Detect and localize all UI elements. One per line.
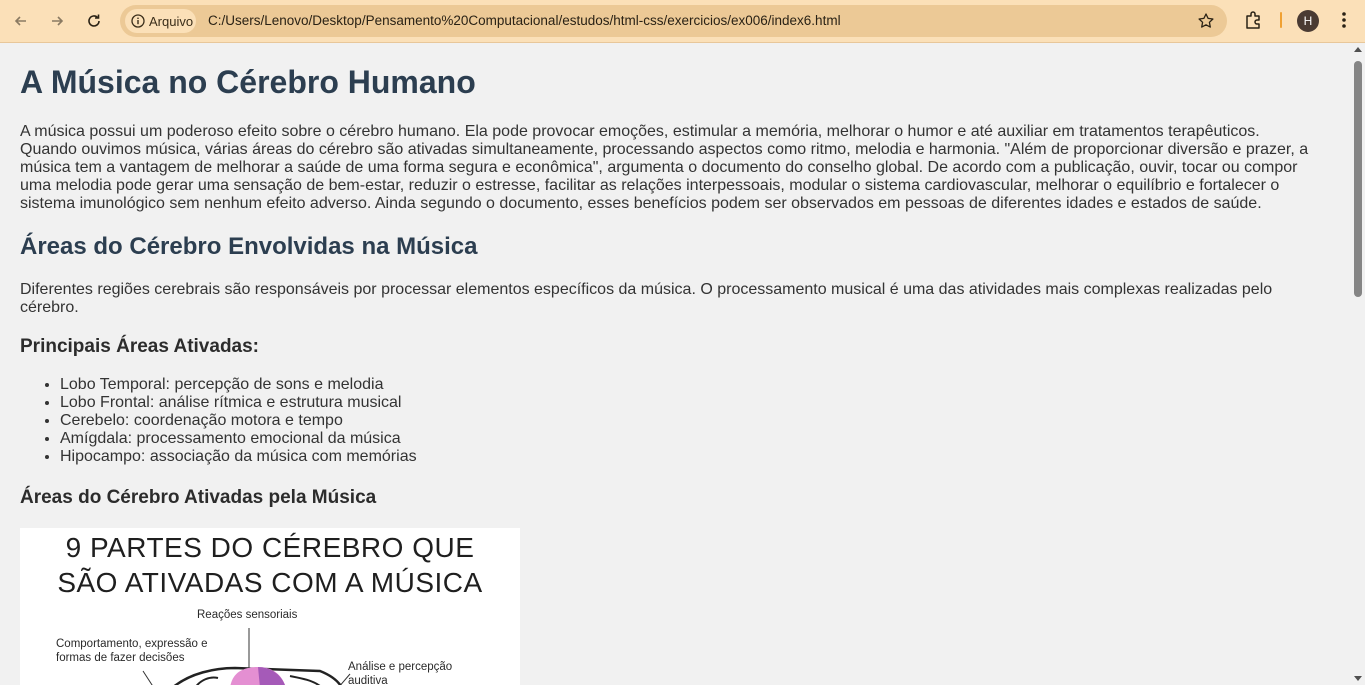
site-info-label: Arquivo [149,13,194,29]
list-item: Cerebelo: coordenação motora e tempo [60,412,620,430]
page-title: A Música no Cérebro Humano [20,64,476,100]
back-button[interactable] [7,7,35,35]
brain-infographic: 9 PARTES DO CÉREBRO QUE SÃO ATIVADAS COM… [20,528,520,685]
areas-list: Lobo Temporal: percepção de sons e melod… [20,376,620,466]
more-icon[interactable] [1334,9,1354,31]
address-bar[interactable]: Arquivo C:/Users/Lenovo/Desktop/Pensamen… [120,5,1227,37]
list-item: Amígdala: processamento emocional da mús… [60,430,620,448]
forward-icon [52,16,64,26]
scroll-up-icon[interactable] [1354,47,1362,52]
list-item: Lobo Temporal: percepção de sons e melod… [60,376,620,394]
list-item: Lobo Frontal: análise rítmica e estrutur… [60,394,620,412]
star-icon[interactable] [1197,12,1215,30]
list-item: Hipocampo: associação da música com memó… [60,448,620,466]
site-info-chip[interactable]: Arquivo [125,9,196,33]
label-auditory-2: auditiva [348,675,388,685]
label-behavior-1: Comportamento, expressão e [56,638,208,650]
back-icon [14,16,26,26]
toolbar-separator [1280,12,1282,28]
url-text[interactable]: C:/Users/Lenovo/Desktop/Pensamento%20Com… [208,13,841,28]
label-behavior-2: formas de fazer decisões [56,652,185,664]
reload-button[interactable] [80,7,108,35]
section-paragraph: Diferentes regiões cerebrais são respons… [20,281,1273,316]
browser-toolbar: Arquivo C:/Users/Lenovo/Desktop/Pensamen… [0,0,1365,43]
scrollbar-thumb[interactable] [1354,61,1362,297]
extensions-icon[interactable] [1243,9,1265,31]
reload-icon [88,14,100,27]
figure-heading: Áreas do Cérebro Ativadas pela Música [20,487,377,508]
info-icon [131,14,145,28]
section-title: Áreas do Cérebro Envolvidas na Música [20,233,478,260]
forward-button[interactable] [43,7,71,35]
vertical-scrollbar[interactable] [1351,43,1365,685]
scroll-down-icon[interactable] [1354,676,1362,681]
areas-heading: Principais Áreas Ativadas: [20,336,260,357]
profile-avatar[interactable]: H [1297,10,1319,32]
label-auditory-1: Análise e percepção [348,661,453,673]
label-sensory: Reações sensoriais [197,609,298,621]
intro-paragraph: A música possui um poderoso efeito sobre… [20,123,1309,212]
page-viewport: A Música no Cérebro Humano A música poss… [0,43,1351,685]
